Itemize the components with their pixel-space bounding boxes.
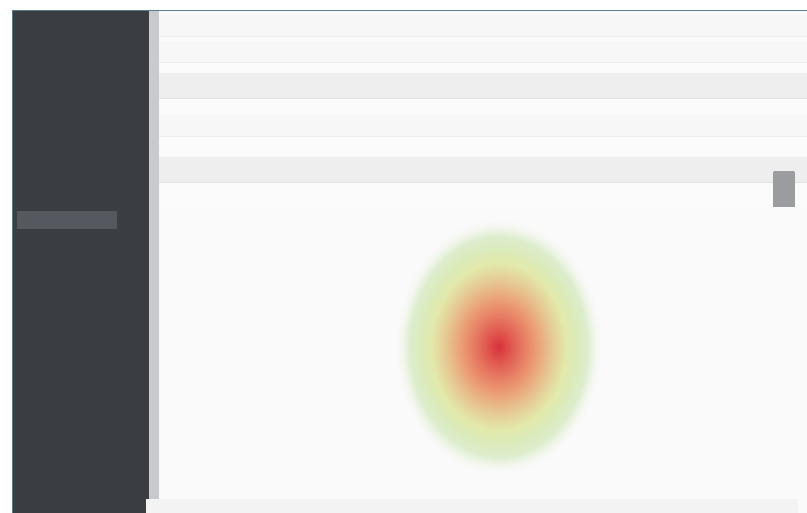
heatmap-canvas[interactable] [159, 207, 807, 513]
sidebar-item[interactable] [17, 21, 29, 39]
status-bar [146, 499, 798, 513]
sidebar-item[interactable] [17, 255, 29, 273]
sidebar-item[interactable] [17, 233, 29, 251]
sidebar-item[interactable] [17, 141, 29, 159]
toolbar-row [159, 115, 807, 137]
sidebar [13, 11, 149, 513]
scrollbar-handle[interactable] [773, 171, 795, 209]
filter-row[interactable] [159, 157, 807, 183]
filter-row[interactable] [159, 73, 807, 99]
sidebar-item[interactable] [17, 51, 29, 69]
sidebar-item[interactable] [17, 81, 29, 99]
sidebar-item[interactable] [17, 291, 29, 309]
sidebar-item-active[interactable] [17, 211, 117, 229]
app-window [12, 10, 807, 513]
sidebar-item[interactable] [17, 171, 29, 189]
toolbar-row [159, 15, 807, 37]
heatmap-svg [159, 207, 807, 513]
sidebar-item[interactable] [17, 111, 29, 129]
main-panel [159, 11, 807, 513]
heatmap-blob [394, 217, 604, 477]
toolbar-row [159, 41, 807, 63]
sidebar-divider[interactable] [149, 11, 159, 513]
